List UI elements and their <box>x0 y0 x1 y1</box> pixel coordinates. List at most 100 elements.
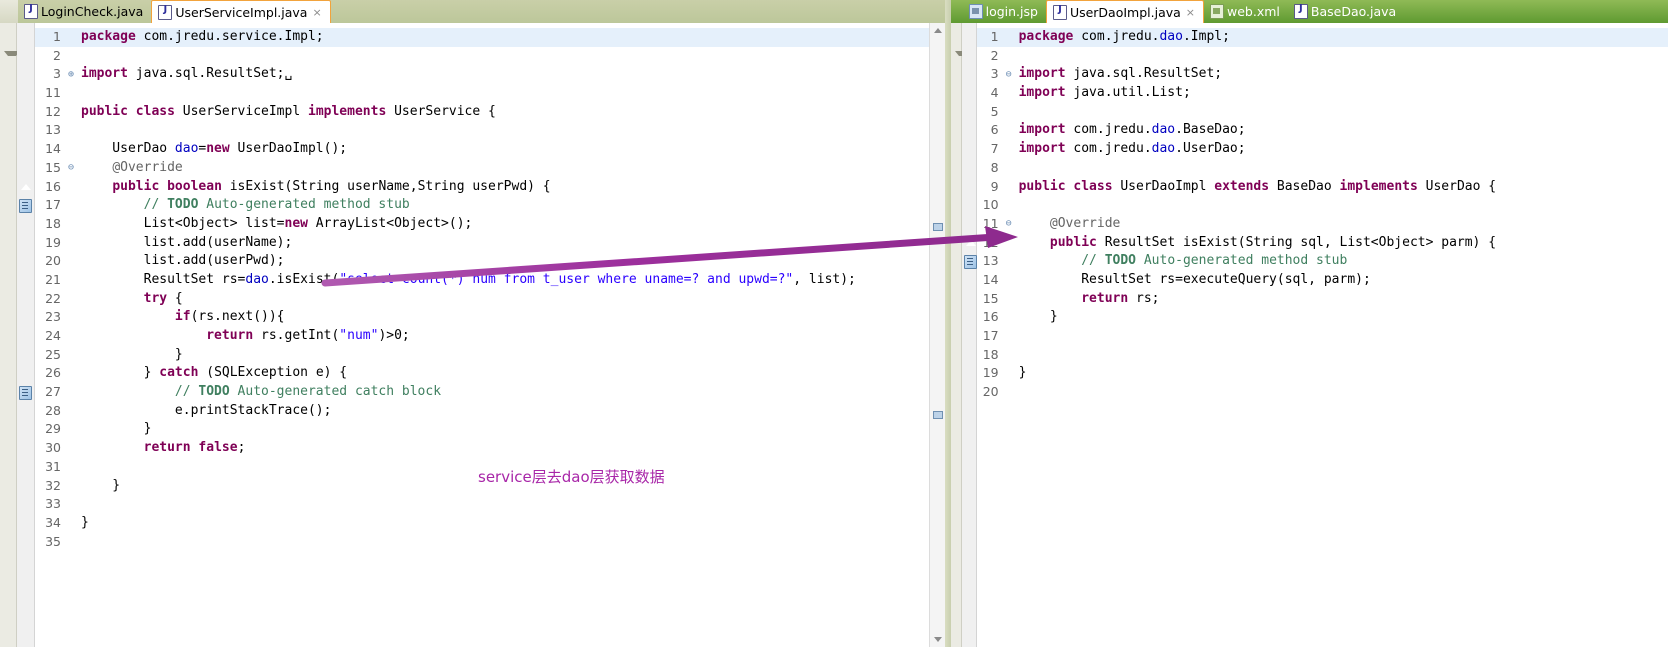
code-line[interactable]: 2 <box>35 47 929 66</box>
code-line[interactable]: 14 UserDao dao=new UserDaoImpl(); <box>35 140 929 159</box>
code-text: // TODO Auto-generated catch block <box>174 384 442 400</box>
gutter-marker-column-left[interactable] <box>17 23 35 647</box>
todo-task-marker-icon[interactable] <box>19 199 32 214</box>
code-text: if(rs.next()){ <box>174 309 285 325</box>
code-line[interactable]: 14 ResultSet rs=executeQuery(sql, parm); <box>977 271 1668 290</box>
line-number: 10 <box>982 197 999 213</box>
code-line[interactable]: 13 // TODO Auto-generated method stub <box>977 252 1668 271</box>
code-line[interactable]: 27 // TODO Auto-generated catch block <box>35 383 929 402</box>
code-area-right[interactable]: 1 package com.jredu.dao.Impl; 2 3 ⊖ import ja… <box>976 23 1668 647</box>
tab-logincheck-java[interactable]: LoginCheck.java <box>18 0 151 23</box>
line-number: 1 <box>990 29 999 44</box>
code-line[interactable]: 4 import java.util.List; <box>977 84 1668 103</box>
code-line[interactable]: 21 ResultSet rs=dao.isExist("select coun… <box>35 271 929 290</box>
code-line[interactable]: 19} <box>977 364 1668 383</box>
fold-marker-icon[interactable]: ⊖ <box>1003 219 1015 229</box>
todo-task-marker-icon[interactable] <box>963 255 977 270</box>
override-marker-icon[interactable] <box>19 179 33 193</box>
tab-web-xml[interactable]: web.xml <box>1204 0 1288 23</box>
code-line[interactable]: 19 list.add(userName); <box>35 234 929 253</box>
editor-right-rail <box>950 23 971 647</box>
line-number: 5 <box>990 103 999 119</box>
code-text: list.add(userName); <box>81 234 293 250</box>
code-line[interactable]: 1 package com.jredu.dao.Impl; <box>976 28 1668 47</box>
close-icon[interactable]: × <box>312 7 321 18</box>
tabbar-right: login.jsp UserDaoImpl.java × web.xml Bas… <box>950 0 1668 23</box>
code-line[interactable]: 35 <box>35 533 929 552</box>
code-line[interactable]: 3 ⊕ import java.sql.ResultSet;␣ <box>35 65 929 84</box>
xml-file-icon <box>1210 4 1225 19</box>
code-line[interactable]: 26 } catch (SQLException e) { <box>35 364 929 383</box>
code-text: import com.jredu.dao.UserDao; <box>1018 141 1246 157</box>
tab-userdaoimpl-java[interactable]: UserDaoImpl.java × <box>1045 0 1205 23</box>
code-line[interactable]: 30 return false; <box>35 439 929 458</box>
code-line[interactable]: 10 <box>977 196 1668 215</box>
code-line[interactable]: 15 return rs; <box>977 290 1668 309</box>
code-line[interactable]: 9 public class UserDaoImpl extends BaseDa… <box>977 178 1668 197</box>
code-area-left[interactable]: 1 package com.jredu.service.Impl; 2 3 ⊕ impor… <box>35 23 929 647</box>
code-line[interactable]: 28 e.printStackTrace(); <box>35 402 929 421</box>
tab-label: UserDaoImpl.java <box>1069 4 1181 20</box>
code-line[interactable]: 7 import com.jredu.dao.UserDao; <box>977 140 1668 159</box>
vertical-scrollbar-left[interactable] <box>928 23 945 647</box>
line-number: 2 <box>990 47 999 63</box>
code-line[interactable]: 16 } <box>977 308 1668 327</box>
code-line[interactable]: 31 <box>35 458 929 477</box>
line-number: 22 <box>45 290 61 306</box>
scroll-down-arrow-icon[interactable] <box>933 637 942 642</box>
code-line[interactable]: 34} <box>35 514 929 533</box>
tab-label: login.jsp <box>985 4 1038 19</box>
code-line[interactable]: 29 } <box>35 420 929 439</box>
code-line[interactable]: 18 List<Object> list=new ArrayList<Objec… <box>35 215 929 234</box>
tab-userserviceimpl-java[interactable]: UserServiceImpl.java × <box>151 0 331 23</box>
code-line[interactable]: 5 <box>977 103 1668 122</box>
code-line[interactable]: 22 try { <box>35 290 929 309</box>
code-line[interactable]: 17 <box>977 327 1668 346</box>
java-file-icon <box>24 3 38 19</box>
tab-basedao-java[interactable]: BaseDao.java <box>1288 0 1404 23</box>
code-text: e.printStackTrace(); <box>81 402 332 418</box>
code-text: package com.jredu.service.Impl; <box>81 29 324 44</box>
gutter-marker-column-right[interactable] <box>961 23 978 647</box>
overview-marker[interactable] <box>932 223 943 231</box>
overview-marker[interactable] <box>932 411 943 419</box>
fold-marker-icon[interactable]: ⊕ <box>65 69 77 80</box>
code-line[interactable]: 16 public boolean isExist(String userNam… <box>35 178 929 197</box>
code-line[interactable]: 12 public ResultSet isExist(String sql, … <box>977 234 1668 253</box>
tab-label: LoginCheck.java <box>41 4 144 19</box>
code-line[interactable]: 20 <box>977 383 1668 402</box>
code-line[interactable]: 18 <box>977 346 1668 365</box>
code-line[interactable]: 25 } <box>35 346 929 365</box>
code-line[interactable]: 8 <box>977 159 1668 178</box>
close-icon[interactable]: × <box>1186 7 1195 18</box>
fold-marker-icon[interactable]: ⊖ <box>1003 69 1015 80</box>
code-text: try { <box>143 290 183 306</box>
line-number: 15 <box>45 159 61 175</box>
line-number: 29 <box>45 421 61 437</box>
line-number: 1 <box>53 29 61 44</box>
code-line[interactable]: 13 <box>35 121 929 140</box>
fold-marker-icon[interactable]: ⊖ <box>65 163 77 173</box>
todo-task-marker-icon[interactable] <box>19 386 32 401</box>
tab-label: web.xml <box>1227 4 1280 19</box>
line-number: 12 <box>982 234 999 250</box>
override-marker-icon[interactable] <box>964 235 978 249</box>
line-number: 13 <box>982 253 999 269</box>
code-line[interactable]: 20 list.add(userPwd); <box>35 252 929 271</box>
code-line[interactable]: 32 } <box>35 477 929 496</box>
code-text: ResultSet rs=executeQuery(sql, parm); <box>1018 271 1371 287</box>
code-line[interactable]: 2 <box>977 47 1668 66</box>
scroll-up-arrow-icon[interactable] <box>933 28 942 33</box>
code-line[interactable]: 23 if(rs.next()){ <box>35 308 929 327</box>
code-line[interactable]: 11 <box>35 84 929 103</box>
code-line[interactable]: 6 import com.jredu.dao.BaseDao; <box>977 121 1668 140</box>
code-line[interactable]: 1 package com.jredu.service.Impl; <box>35 28 929 47</box>
code-line[interactable]: 11 ⊖ @Override <box>977 215 1668 234</box>
code-line[interactable]: 17 // TODO Auto-generated method stub <box>35 196 929 215</box>
tab-login-jsp[interactable]: login.jsp <box>963 0 1046 23</box>
code-line[interactable]: 3 ⊖ import java.sql.ResultSet; <box>977 65 1668 84</box>
code-line[interactable]: 24 return rs.getInt("num")>0; <box>35 327 929 346</box>
code-line[interactable]: 15 ⊖ @Override <box>35 159 929 178</box>
code-line[interactable]: 33 <box>35 495 929 514</box>
code-line[interactable]: 12 public class UserServiceImpl implement… <box>35 103 929 122</box>
